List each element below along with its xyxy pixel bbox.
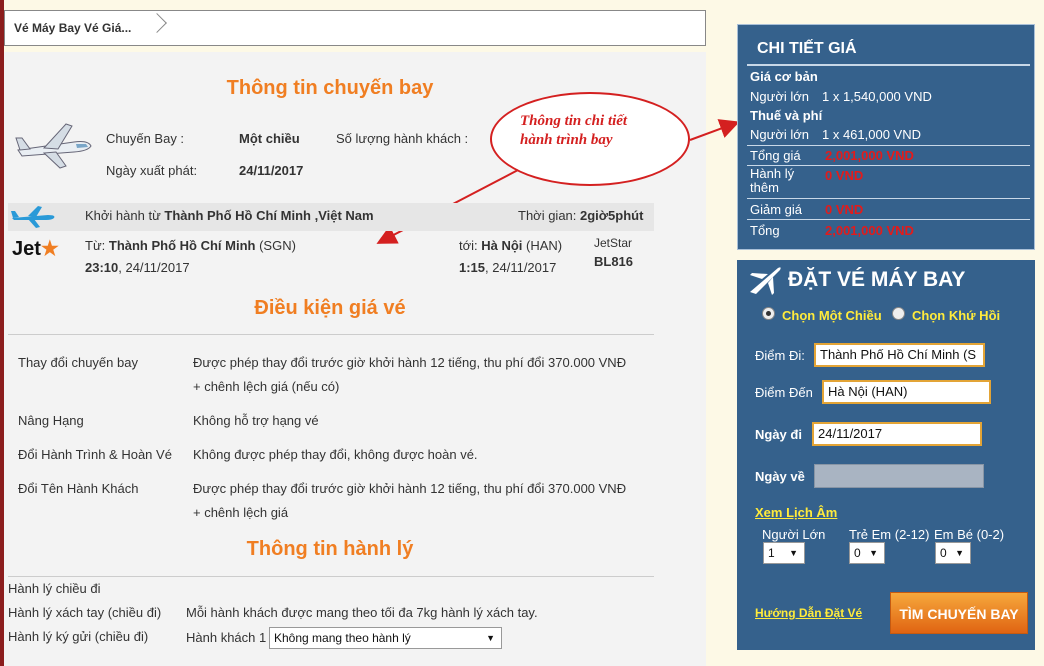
adult-tax-value: 1 x 461,000 VND — [822, 127, 922, 142]
discount-value: 0 VND — [825, 202, 864, 217]
airplane-icon — [15, 123, 92, 169]
grand-total-label: Tổng — [750, 223, 780, 238]
duration-value: 2giờ5phút — [580, 208, 644, 223]
adult-base-label: Người lớn — [750, 89, 809, 104]
fare-row-value: Được phép thay đổi trước giờ khởi hành 1… — [193, 355, 627, 370]
grand-total-value: 2,001,000 VND — [825, 223, 914, 238]
plane-small-icon — [11, 206, 55, 228]
baggage-title: Thông tin hành lý — [246, 538, 414, 560]
flight-type-value: Một chiều — [239, 131, 300, 146]
carry-on-label: Hành lý xách tay (chiều đi) — [8, 605, 162, 620]
price-detail-title: CHI TIẾT GIÁ — [757, 40, 857, 57]
total-price-value: 2,001,000 VND — [825, 148, 914, 163]
fare-row-label: Đổi Hành Trình & Hoàn Vé — [18, 447, 172, 462]
adult-base-value: 1 x 1,540,000 VND — [822, 89, 932, 104]
carrier-name: JetStar — [594, 236, 633, 250]
total-price-label: Tổng giá — [750, 148, 801, 163]
flight-type-label: Chuyến Bay : — [106, 131, 185, 146]
fare-row-value-2: + chênh lệch giá (nếu có) — [193, 379, 340, 394]
fare-row-value: Không hỗ trợ hạng vé — [193, 413, 319, 428]
baggage-outbound-label: Hành lý chiều đi — [8, 581, 101, 596]
arrival-datetime: 1:15, 24/11/2017 — [459, 260, 557, 275]
fare-row-label: Đổi Tên Hành Khách — [18, 481, 139, 496]
depart-date-label: Ngày đi — [755, 427, 802, 442]
fare-row-value-2: + chênh lệch giá — [193, 505, 289, 520]
breadcrumb-tab[interactable]: Vé Máy Bay Vé Giá... — [14, 18, 131, 38]
checked-baggage-select[interactable]: Không mang theo hành lý ▼ — [269, 627, 502, 649]
fare-row-label: Nâng Hạng — [18, 413, 84, 428]
flight-number: BL816 — [594, 254, 634, 269]
one-way-label[interactable]: Chọn Một Chiều — [782, 308, 882, 323]
from-label: Điểm Đi: — [755, 348, 805, 363]
extra-baggage-label: Hành lý thêm — [750, 166, 795, 195]
route-to: tới: Hà Nội (HAN) — [459, 238, 563, 253]
return-date-input[interactable] — [814, 464, 984, 488]
departure-date-value: 24/11/2017 — [239, 163, 304, 178]
fare-row-value: Không được phép thay đổi, không được hoà… — [193, 447, 478, 462]
one-way-radio[interactable] — [762, 307, 775, 320]
adult-count-label: Người Lớn — [762, 527, 826, 542]
child-count-label: Trẻ Em (2-12) — [849, 527, 930, 542]
infant-count-select[interactable]: 0 ▼ — [935, 542, 971, 564]
divider — [747, 219, 1030, 220]
chevron-down-icon: ▼ — [486, 633, 495, 643]
round-trip-label[interactable]: Chọn Khứ Hồi — [912, 308, 1000, 323]
depart-date-input[interactable]: 24/11/2017 — [812, 422, 982, 446]
route-from: Từ: Thành Phố Hồ Chí Minh (SGN) — [85, 238, 296, 253]
discount-label: Giảm giá — [750, 202, 803, 217]
booking-plane-icon — [750, 267, 781, 295]
departure-city: Thành Phố Hồ Chí Minh ,Việt Nam — [164, 208, 374, 223]
chevron-down-icon: ▼ — [789, 548, 798, 558]
booking-guide-link[interactable]: Hướng Dẫn Đặt Vé — [755, 606, 862, 620]
return-date-label: Ngày về — [755, 469, 805, 484]
to-input[interactable]: Hà Nội (HAN) — [822, 380, 991, 404]
extra-baggage-value: 0 VND — [825, 168, 864, 183]
fare-row-value: Được phép thay đổi trước giờ khởi hành 1… — [193, 481, 627, 496]
jetstar-logo: Jet★ — [12, 238, 59, 260]
infant-count-label: Em Bé (0-2) — [934, 527, 1005, 542]
chevron-down-icon: ▼ — [955, 548, 964, 558]
round-trip-radio[interactable] — [892, 307, 905, 320]
tax-fee-label: Thuế và phí — [750, 108, 823, 123]
divider — [747, 198, 1030, 199]
search-flight-button[interactable]: TÌM CHUYẾN BAY — [890, 592, 1028, 634]
adult-tax-label: Người lớn — [750, 127, 809, 142]
departure-from-text: Khởi hành từ Thành Phố Hồ Chí Minh ,Việt… — [85, 208, 374, 223]
divider — [8, 576, 654, 577]
booking-title: ĐẶT VÉ MÁY BAY — [788, 268, 966, 291]
divider — [747, 145, 1030, 146]
carry-on-value: Mỗi hành khách được mang theo tối đa 7kg… — [186, 605, 538, 620]
divider — [747, 64, 1030, 66]
departure-datetime: 23:10, 24/11/2017 — [85, 260, 190, 275]
divider — [8, 334, 654, 335]
to-label: Điểm Đến — [755, 385, 813, 400]
fare-conditions-title: Điều kiện giá vé — [254, 297, 406, 319]
from-input[interactable]: Thành Phố Hồ Chí Minh (S — [814, 343, 985, 367]
child-count-select[interactable]: 0 ▼ — [849, 542, 885, 564]
base-price-label: Giá cơ bản — [750, 69, 818, 84]
checked-baggage-label: Hành lý ký gửi (chiều đi) — [8, 629, 149, 644]
adult-count-select[interactable]: 1 ▼ — [763, 542, 805, 564]
passenger-label: Hành khách 1 — [186, 630, 267, 645]
departure-date-label: Ngày xuất phát: — [106, 163, 198, 178]
lunar-calendar-link[interactable]: Xem Lịch Âm — [755, 505, 837, 520]
duration-text: Thời gian: 2giờ5phút — [518, 208, 644, 223]
chevron-down-icon: ▼ — [869, 548, 878, 558]
fare-row-label: Thay đổi chuyến bay — [18, 355, 138, 370]
